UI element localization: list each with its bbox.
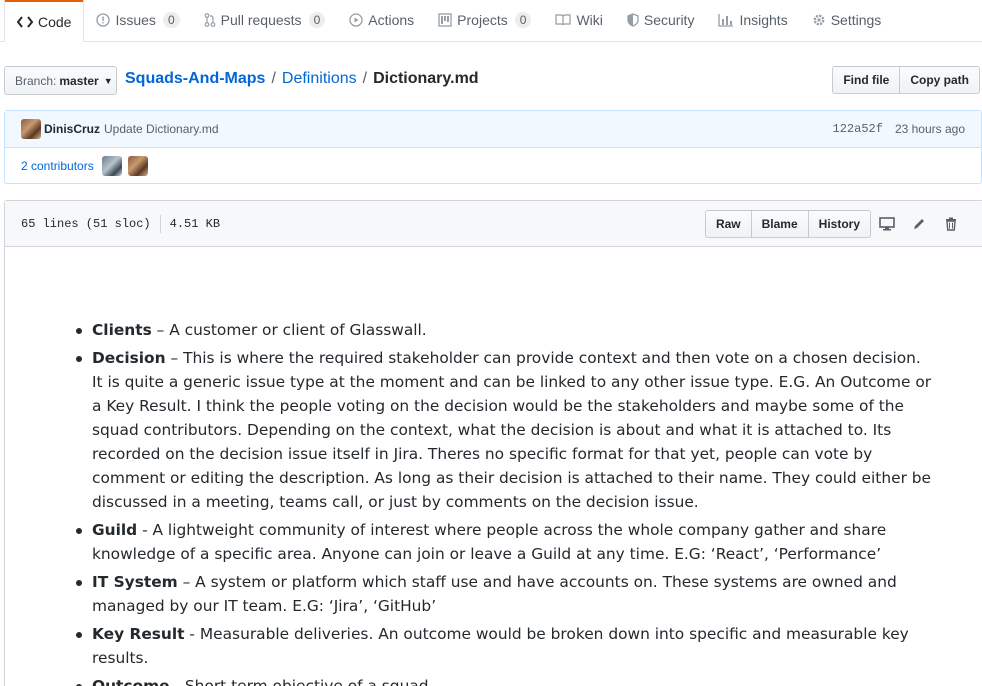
list-item: Decision – This is where the required st…	[72, 346, 932, 514]
definition-text: – A customer or client of Glasswall.	[151, 321, 427, 339]
tab-issues[interactable]: Issues 0	[84, 0, 191, 41]
tab-settings[interactable]: Settings	[800, 0, 894, 41]
branch-name: master	[59, 73, 99, 88]
pull-requests-counter: 0	[308, 12, 326, 28]
latest-commit-row: DinisCruz Update Dictionary.md 122a52f 2…	[5, 111, 981, 148]
desktop-icon[interactable]	[871, 210, 903, 238]
book-icon	[555, 14, 572, 26]
breadcrumb-folder-link[interactable]: Definitions	[282, 70, 357, 88]
definition-text: - A lightweight community of interest wh…	[92, 521, 887, 563]
tab-code-label: Code	[38, 13, 72, 30]
project-icon	[438, 13, 452, 27]
branch-label: Branch:	[15, 73, 57, 88]
commit-sha[interactable]: 122a52f	[833, 122, 883, 136]
definition-text: – This is where the required stakeholder…	[92, 349, 932, 511]
tab-settings-label: Settings	[830, 12, 882, 28]
file-size: 4.51 KB	[169, 216, 221, 231]
tab-actions-label: Actions	[368, 12, 415, 28]
issues-counter: 0	[162, 12, 180, 28]
commit-time: 23 hours ago	[894, 122, 965, 136]
issue-icon	[96, 13, 111, 27]
list-item: Clients – A customer or client of Glassw…	[72, 318, 932, 342]
find-file-button[interactable]: Find file	[832, 66, 901, 94]
markdown-body: Clients – A customer or client of Glassw…	[72, 318, 932, 686]
contributors-row: 2 contributors	[5, 148, 981, 184]
avatar[interactable]	[101, 156, 122, 176]
breadcrumb-repo-link[interactable]: Squads-And-Maps	[125, 70, 265, 88]
copy-path-button[interactable]: Copy path	[899, 66, 980, 94]
list-item: Guild - A lightweight community of inter…	[72, 518, 932, 566]
pull-request-icon	[204, 13, 216, 27]
definition-text: – A system or platform which staff use a…	[92, 573, 897, 615]
caret-down-icon: ▼	[103, 75, 113, 86]
tab-actions[interactable]: Actions	[337, 0, 426, 41]
tab-security[interactable]: Security	[615, 0, 707, 41]
definition-text: - Short term objective of a squad.	[169, 677, 434, 686]
tab-wiki-label: Wiki	[576, 12, 603, 28]
definitions-list: Clients – A customer or client of Glassw…	[72, 318, 932, 686]
definition-term: Clients	[92, 321, 152, 339]
breadcrumb-separator: /	[362, 70, 368, 87]
file-nav-buttons: Find file Copy path	[832, 66, 980, 94]
history-button[interactable]: History	[807, 209, 871, 238]
tab-wiki[interactable]: Wiki	[543, 0, 614, 41]
tab-issues-label: Issues	[115, 12, 156, 28]
play-icon	[349, 13, 363, 27]
file-header: 65 lines (51 sloc) 4.51 KB Raw Blame His…	[5, 201, 982, 247]
file-line-count: 65 lines (51 sloc)	[21, 216, 151, 231]
projects-counter: 0	[514, 12, 532, 28]
blame-button[interactable]: Blame	[750, 209, 809, 238]
file-info: 65 lines (51 sloc) 4.51 KB	[21, 214, 221, 233]
tab-pull-requests-label: Pull requests	[220, 12, 302, 28]
definition-term: Decision	[92, 349, 166, 367]
breadcrumb-separator: /	[271, 70, 276, 87]
pencil-icon[interactable]	[903, 210, 935, 238]
tab-projects[interactable]: Projects 0	[426, 0, 543, 41]
file-actions: Raw Blame History	[704, 209, 967, 238]
tab-pull-requests[interactable]: Pull requests 0	[192, 0, 338, 41]
contributors-link[interactable]: 2 contributors	[21, 159, 94, 173]
commit-message[interactable]: Update Dictionary.md	[104, 122, 219, 136]
divider	[159, 214, 161, 233]
definition-term: Outcome	[92, 677, 170, 686]
commit-tease: DinisCruz Update Dictionary.md 122a52f 2…	[4, 110, 982, 184]
trash-icon[interactable]	[935, 210, 967, 238]
breadcrumb: Squads-And-Maps / Definitions / Dictiona…	[125, 70, 479, 88]
repo-nav: Code Issues 0 Pull requests 0 Actions Pr…	[0, 0, 982, 42]
list-item: Outcome - Short term objective of a squa…	[72, 674, 932, 686]
definition-term: Key Result	[92, 625, 185, 643]
definition-term: Guild	[92, 521, 138, 539]
tab-security-label: Security	[643, 12, 695, 28]
commit-author[interactable]: DinisCruz	[44, 122, 100, 136]
definition-text: - Measurable deliveries. An outcome woul…	[92, 625, 909, 667]
code-icon	[17, 15, 33, 28]
graph-icon	[718, 13, 734, 27]
tab-code[interactable]: Code	[4, 0, 85, 42]
branch-selector[interactable]: Branch: master ▼	[4, 66, 117, 95]
avatar[interactable]	[127, 156, 148, 176]
tab-insights[interactable]: Insights	[706, 0, 799, 41]
shield-icon	[627, 13, 639, 27]
tab-projects-label: Projects	[457, 12, 508, 28]
avatar[interactable]	[21, 119, 41, 139]
gear-icon	[812, 13, 826, 27]
raw-button[interactable]: Raw	[704, 209, 752, 238]
definition-term: IT System	[92, 573, 178, 591]
breadcrumb-file-name: Dictionary.md	[373, 70, 479, 87]
list-item: IT System – A system or platform which s…	[72, 570, 932, 618]
tab-insights-label: Insights	[739, 12, 788, 28]
list-item: Key Result - Measurable deliveries. An o…	[72, 622, 932, 670]
